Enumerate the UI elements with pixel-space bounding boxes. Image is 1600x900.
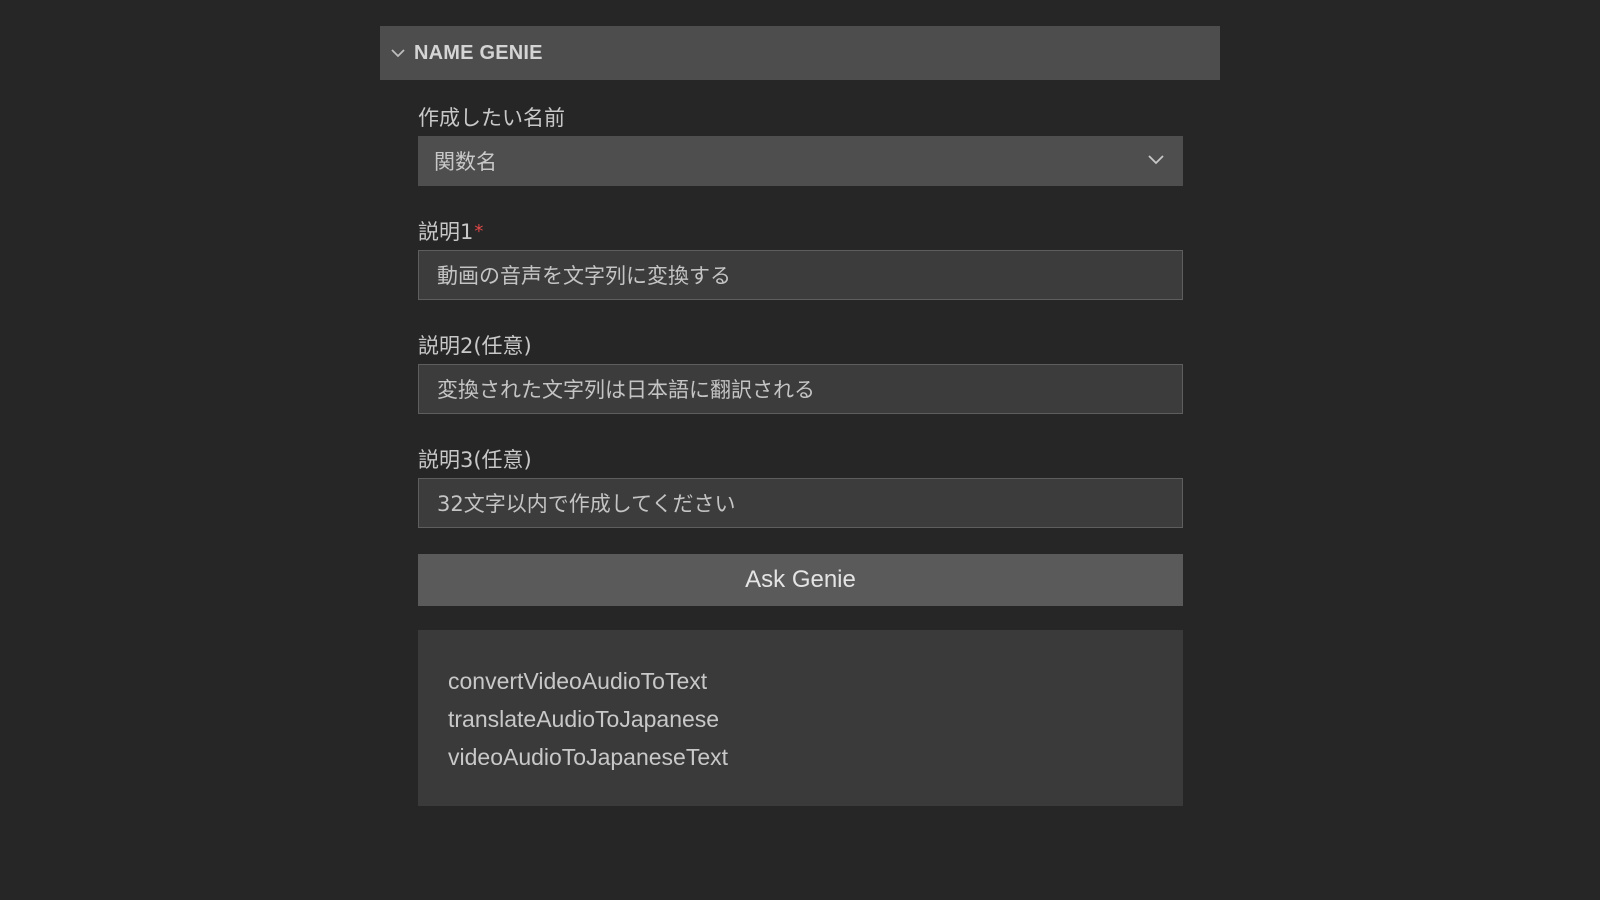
name-type-selected-value: 関数名 [434, 150, 497, 174]
chevron-down-icon [1145, 148, 1167, 174]
name-genie-form: 作成したい名前 関数名 説明1* 動画の音声を文字列に変換する 説明2(任意) … [418, 100, 1183, 806]
panel-header[interactable]: NAME GENIE [380, 26, 1220, 80]
description2-label: 説明2(任意) [418, 334, 532, 358]
description3-label: 説明3(任意) [418, 448, 532, 472]
name-genie-panel: NAME GENIE 作成したい名前 関数名 説明1* 動画の音声を文字列に変換… [380, 26, 1220, 806]
description1-value: 動画の音声を文字列に変換する [437, 264, 731, 288]
result-item[interactable]: translateAudioToJapanese [448, 700, 1153, 738]
description1-label: 説明1* [418, 214, 1183, 250]
name-type-label: 作成したい名前 [418, 106, 565, 130]
description1-label-text: 説明1 [418, 220, 474, 244]
ask-genie-button-label: Ask Genie [745, 566, 856, 593]
description3-input[interactable]: 32文字以内で作成してください [418, 478, 1183, 528]
result-item[interactable]: videoAudioToJapaneseText [448, 738, 1153, 776]
results-box: convertVideoAudioToText translateAudioTo… [418, 630, 1183, 806]
ask-genie-button[interactable]: Ask Genie [418, 554, 1183, 606]
description2-input[interactable]: 変換された文字列は日本語に翻訳される [418, 364, 1183, 414]
description3-value: 32文字以内で作成してください [437, 492, 736, 516]
panel-title: NAME GENIE [414, 41, 543, 64]
name-type-select[interactable]: 関数名 [418, 136, 1183, 186]
chevron-down-icon[interactable] [388, 43, 408, 63]
description1-input[interactable]: 動画の音声を文字列に変換する [418, 250, 1183, 300]
description2-value: 変換された文字列は日本語に翻訳される [437, 378, 815, 402]
required-mark: * [474, 221, 484, 242]
result-item[interactable]: convertVideoAudioToText [448, 662, 1153, 700]
